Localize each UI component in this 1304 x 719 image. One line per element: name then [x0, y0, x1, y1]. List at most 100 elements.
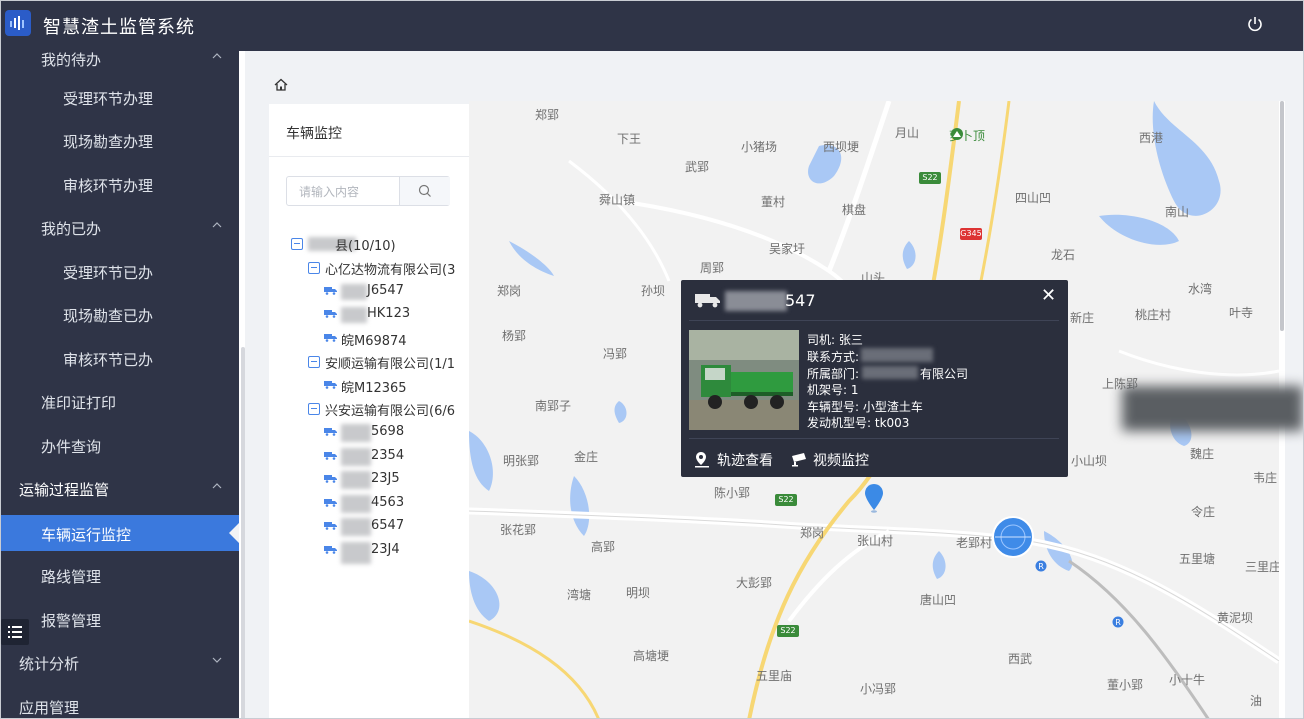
dept-name: 有限公司 [920, 367, 969, 381]
sidebar-item-label: 路线管理 [41, 568, 102, 586]
redacted-text [341, 307, 367, 323]
map-label: 陈小郢 [714, 486, 751, 500]
home-icon[interactable] [273, 77, 289, 93]
tree-node-vehicle[interactable]: 23J4 [324, 542, 464, 564]
sidebar-item-permit-print[interactable]: 准印证打印 [1, 381, 239, 423]
sidebar-item-alarm-manage[interactable]: 报警管理 [1, 599, 239, 641]
sidebar-item-statistics[interactable]: 统计分析 [1, 642, 239, 684]
tree-node-company[interactable]: 心亿达物流有限公司(3 [308, 259, 469, 279]
map-label: 五里庙 [756, 669, 793, 683]
tree-node-company[interactable]: 兴安运输有限公司(6/6 [308, 400, 469, 420]
redacted-text [341, 448, 371, 466]
redacted-text [341, 471, 371, 489]
vehicle-model: 车辆型号: 小型渣土车 [807, 400, 923, 414]
redacted-text [341, 424, 371, 442]
sidebar-item-label: 我的待办 [41, 51, 102, 69]
map-label: 月山 [895, 126, 920, 140]
redacted-text [341, 518, 371, 536]
tree-node-company[interactable]: 安顺运输有限公司(1/1 [308, 353, 469, 373]
radar-location-icon[interactable] [992, 516, 1034, 558]
vehicle-location-pin-icon[interactable] [864, 483, 884, 513]
search-input[interactable]: 请输入内容 [286, 176, 450, 206]
sidebar: 我的待办 受理环节办理 现场勘查办理 审核环节办理 我的已办 受理环节已办 现场… [1, 51, 239, 718]
sidebar-item-survey-done[interactable]: 现场勘查已办 [1, 294, 239, 336]
divider [689, 438, 1059, 439]
map-label: 三里庄 [1245, 560, 1279, 574]
sidebar-item-review-handle[interactable]: 审核环节办理 [1, 164, 239, 206]
map-label: 张山村 [857, 534, 894, 548]
tree-node-vehicle[interactable]: HK123 [324, 306, 464, 326]
tree-node-vehicle[interactable]: 2354 [324, 448, 464, 468]
app-window: 智慧渣土监管系统 我的待办 受理环节办理 现场勘查办理 审核环节办理 我的已办 … [0, 0, 1304, 719]
redacted-text [341, 495, 371, 513]
search-button[interactable] [399, 177, 450, 205]
sidebar-item-accept-done[interactable]: 受理环节已办 [1, 251, 239, 293]
sidebar-item-accept-handle[interactable]: 受理环节办理 [1, 77, 239, 119]
vehicle-photo [689, 330, 799, 430]
sidebar-item-label: 现场勘查已办 [63, 307, 154, 325]
sidebar-item-label: 报警管理 [41, 612, 102, 630]
power-icon[interactable] [1245, 14, 1265, 34]
list-icon [8, 626, 22, 638]
tree-node-vehicle[interactable]: 4563 [324, 495, 464, 515]
sidebar-item-route-manage[interactable]: 路线管理 [1, 555, 239, 597]
map-label: 叶寺 [1229, 306, 1254, 320]
map-label: 郑郢 [535, 108, 560, 122]
sidebar-item-my-done[interactable]: 我的已办 [1, 207, 239, 249]
search-icon [418, 184, 431, 197]
logo [5, 10, 31, 36]
sidebar-item-app-manage[interactable]: 应用管理 [1, 686, 239, 718]
driver-field: 司机: 张三 [807, 333, 863, 347]
frame-number: 机架号: 1 [807, 383, 859, 397]
tree-node-label: 县(10/10) [335, 239, 396, 254]
collapse-toggle-icon[interactable] [308, 356, 320, 368]
truck-icon [324, 287, 337, 295]
tree-node-label: 皖M12365 [341, 381, 407, 396]
sidebar-item-survey-handle[interactable]: 现场勘查办理 [1, 120, 239, 162]
map-label: 南郢子 [535, 399, 572, 413]
sidebar-item-case-query[interactable]: 办件查询 [1, 425, 239, 467]
tree-node-vehicle[interactable]: 5698 [324, 424, 464, 444]
sidebar-item-label: 车辆运行监控 [41, 526, 132, 544]
menu-toggle-button[interactable] [1, 619, 29, 645]
svg-text:R: R [1038, 562, 1044, 571]
collapse-toggle-icon[interactable] [291, 238, 303, 250]
map-label: 唐山凹 [920, 593, 957, 607]
chevron-down-icon [212, 657, 222, 663]
top-bar: 智慧渣土监管系统 [1, 1, 1303, 51]
map-label: 张花郢 [500, 523, 537, 537]
video-monitor-button[interactable]: 视频监控 [791, 450, 883, 470]
map-label: 西坝埂 [823, 140, 860, 154]
dept-label: 所属部门: [807, 367, 860, 381]
track-view-button[interactable]: 轨迹查看 [695, 450, 787, 470]
map-scrollbar[interactable] [1280, 101, 1284, 331]
sidebar-item-transport-supervision[interactable]: 运输过程监管 [1, 468, 239, 510]
sidebar-item-my-pending[interactable]: 我的待办 [1, 51, 239, 80]
tree-node-vehicle[interactable]: 6547 [324, 518, 464, 538]
vehicle-plate: 547 [785, 291, 816, 310]
tree-node-root[interactable]: 县(10/10) [291, 235, 461, 255]
sidebar-item-label: 审核环节办理 [63, 177, 154, 195]
chevron-up-icon [212, 53, 222, 59]
map-label: 杨郢 [502, 329, 527, 343]
tree-node-vehicle[interactable]: J6547 [324, 283, 464, 303]
track-view-label: 轨迹查看 [717, 453, 773, 469]
tree-node-vehicle[interactable]: 23J5 [324, 471, 464, 491]
sidebar-item-review-done[interactable]: 审核环节已办 [1, 338, 239, 380]
collapse-toggle-icon[interactable] [308, 262, 320, 274]
collapse-toggle-icon[interactable] [308, 403, 320, 415]
map-label: 黄泥坝 [1217, 611, 1254, 625]
map-label: 西武 [1008, 652, 1033, 666]
tree-node-vehicle[interactable]: 皖M12365 [324, 377, 464, 397]
map-label: 冯郢 [603, 347, 628, 361]
panel-title: 车辆监控 [286, 126, 342, 142]
map-label: 下王 [617, 132, 642, 146]
map-label: 五里塘 [1179, 552, 1216, 566]
truck-icon [324, 334, 337, 342]
sidebar-item-label: 准印证打印 [41, 394, 117, 412]
poi-marker-icon: R [1112, 616, 1124, 628]
sidebar-item-vehicle-monitor[interactable]: 车辆运行监控 [1, 515, 239, 551]
close-icon[interactable]: ✕ [1041, 285, 1056, 306]
logo-icon [10, 16, 24, 30]
tree-node-vehicle[interactable]: 皖M69874 [324, 330, 464, 350]
